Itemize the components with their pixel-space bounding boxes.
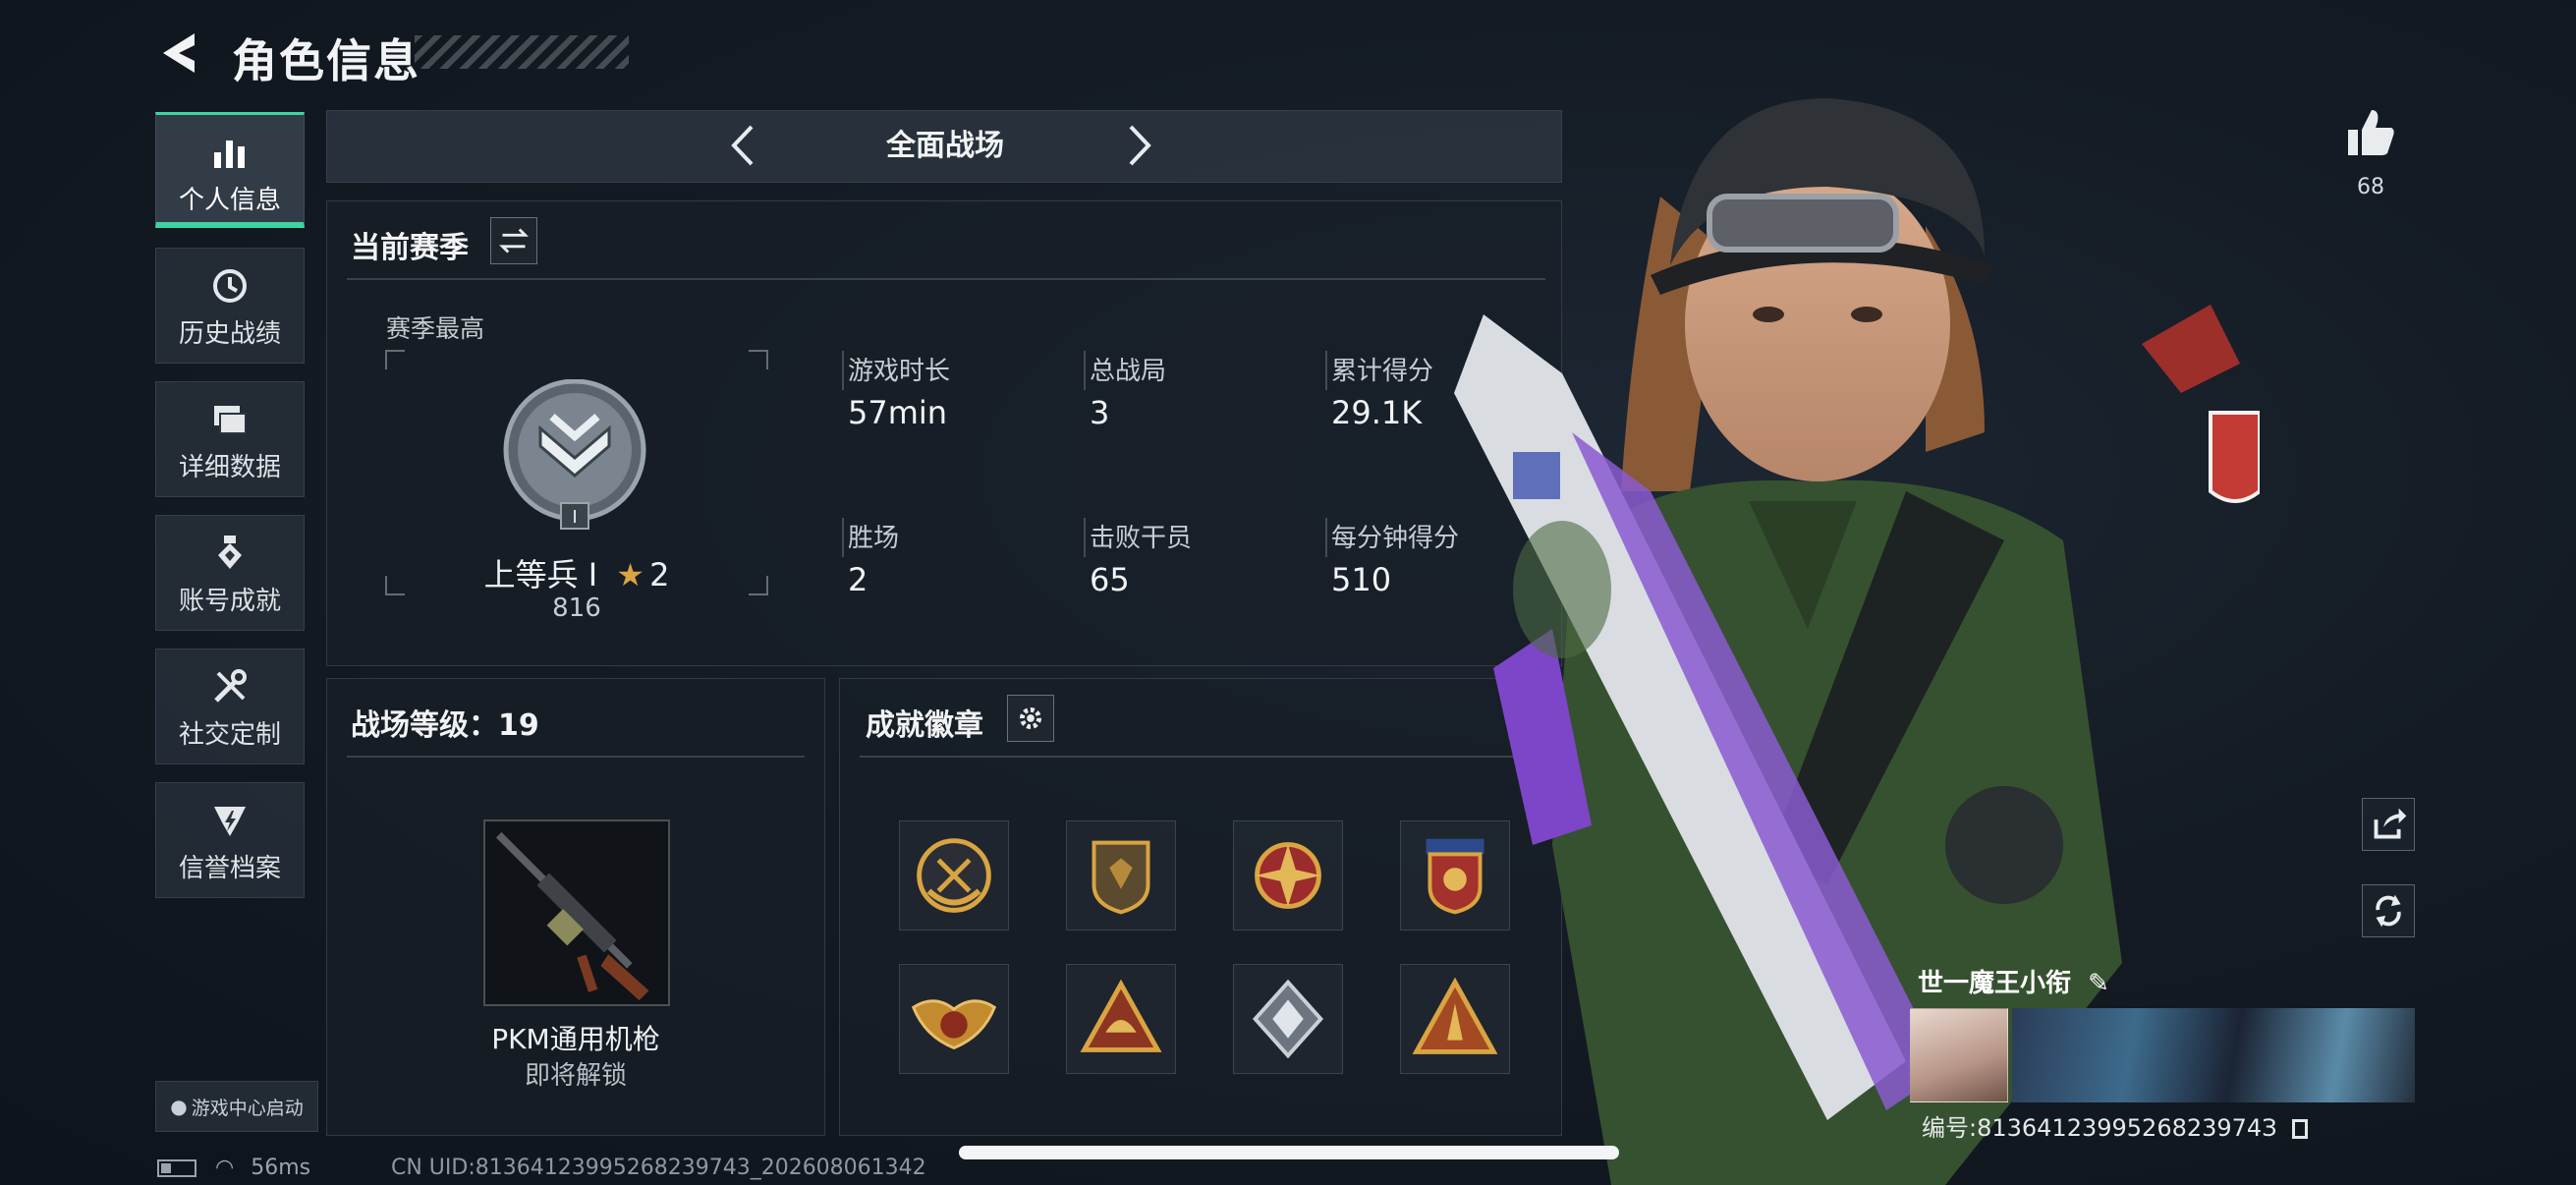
winged-crest-badge-icon	[911, 999, 997, 1050]
season-divider	[347, 278, 1545, 280]
share-button[interactable]	[2362, 798, 2415, 851]
stat-value-wins: 2	[848, 561, 868, 598]
achievement-badge[interactable]	[899, 820, 1009, 931]
stat-label-kills: 击败干员	[1090, 524, 1193, 553]
swap-arrows-icon	[499, 228, 529, 254]
refresh-button[interactable]	[2362, 884, 2415, 937]
stat-value-total-matches: 3	[1090, 394, 1110, 431]
game-center-launch-button[interactable]: ● 游戏中心启动	[155, 1081, 318, 1132]
medal-icon	[218, 536, 242, 569]
sidebar-item-history[interactable]: 历史战绩	[155, 248, 305, 364]
battery-icon	[157, 1159, 196, 1177]
rank-info: 上等兵 I ★ 2	[385, 550, 768, 595]
star-icon: ★	[616, 556, 644, 593]
sidebar-item-social-custom[interactable]: 社交定制	[155, 649, 305, 764]
stat-separator	[842, 351, 844, 390]
uid-text: CN UID:81364123995268239743_202608061342	[391, 1156, 926, 1180]
avatar[interactable]	[1910, 1008, 2008, 1102]
skull-wing-badge-icon	[917, 838, 991, 913]
profile-card-banner[interactable]	[2012, 1008, 2415, 1102]
helmet-triangle-badge-icon	[1080, 979, 1162, 1052]
wifi-icon: ◠	[215, 1156, 235, 1180]
sidebar-item-detailed-data[interactable]: 详细数据	[155, 381, 305, 497]
game-center-label: 游戏中心启动	[191, 1097, 304, 1119]
shield-bolt-icon	[214, 807, 246, 836]
like-count: 68	[2357, 175, 2384, 199]
share-icon	[2374, 808, 2407, 839]
weapon-name: PKM通用机枪	[491, 1023, 660, 1055]
stat-value-kills: 65	[1090, 561, 1130, 598]
sidebar-item-label: 详细数据	[178, 453, 281, 482]
weapon-status: 即将解锁	[524, 1061, 627, 1091]
stat-separator	[1325, 518, 1327, 557]
star-compass-badge-icon	[1255, 842, 1321, 909]
sidebar-item-achievements[interactable]: 账号成就	[155, 515, 305, 631]
stat-separator	[842, 518, 844, 557]
gear-icon	[1019, 706, 1042, 730]
qq-icon: ●	[170, 1095, 188, 1118]
season-title: 当前赛季	[351, 231, 469, 265]
edit-pencil-icon[interactable]: ✎	[2088, 969, 2109, 998]
sidebar-item-label: 信誉档案	[178, 854, 281, 883]
player-id: 编号:8136412399526823974З	[1922, 1108, 2309, 1143]
player-id-text: 编号:8136412399526823974З	[1922, 1114, 2277, 1142]
stat-separator	[1084, 518, 1086, 557]
frame-corner	[749, 350, 768, 369]
stat-label-playtime: 游戏时长	[848, 357, 951, 386]
frame-corner	[385, 350, 405, 369]
sidebar-item-credit-record[interactable]: 信誉档案	[155, 782, 305, 898]
page-title: 角色信息	[232, 34, 420, 87]
achievement-badge[interactable]	[1233, 964, 1343, 1074]
shield-badge-icon	[1092, 840, 1150, 915]
rank-score: 816	[552, 593, 601, 623]
copy-icon[interactable]	[2292, 1119, 2309, 1139]
achievements-title: 成就徽章	[866, 708, 983, 743]
tools-icon	[214, 669, 247, 703]
season-best-label: 赛季最高	[386, 314, 485, 343]
bar-chart-icon	[214, 141, 245, 168]
rank-badge-numeral: I	[572, 507, 577, 528]
chevron-right-icon[interactable]	[1113, 121, 1162, 170]
mode-selector: 全面战场	[326, 110, 1562, 183]
switch-season-button[interactable]	[490, 217, 537, 264]
refresh-icon	[2376, 894, 2401, 928]
clock-history-icon	[213, 269, 247, 303]
stat-value-playtime: 57min	[848, 394, 948, 431]
sidebar-item-personal-info[interactable]: 个人信息	[155, 112, 305, 228]
sidebar-item-label: 账号成就	[178, 587, 281, 616]
achievement-badge[interactable]	[1066, 964, 1176, 1074]
player-name[interactable]: 世一魔王小衔 ✎	[1918, 963, 2109, 999]
stat-separator	[1084, 351, 1086, 390]
level-divider	[347, 756, 805, 758]
player-name-text: 世一魔王小衔	[1918, 969, 2072, 998]
rank-badge-icon: I	[503, 379, 646, 530]
machine-gun-icon	[495, 831, 649, 1001]
stat-label-wins: 胜场	[848, 524, 900, 553]
folder-icon	[214, 406, 247, 434]
stat-separator	[1325, 351, 1327, 390]
achievement-badge[interactable]	[1233, 820, 1343, 931]
rank-stars: 2	[649, 556, 670, 593]
badge-settings-button[interactable]	[1007, 695, 1054, 742]
battlefield-level-title: 战场等级：19	[351, 708, 539, 743]
mode-label: 全面战场	[886, 129, 1004, 163]
sidebar-item-label: 个人信息	[178, 186, 281, 215]
back-arrow-icon[interactable]	[155, 28, 206, 79]
sidebar-item-label: 历史战绩	[178, 319, 281, 349]
gem-diamond-badge-icon	[1252, 979, 1324, 1059]
thumbs-up-icon[interactable]	[2342, 104, 2399, 161]
rank-name: 上等兵 I	[483, 556, 598, 593]
weapon-reward-image[interactable]	[483, 819, 670, 1006]
achievement-badge[interactable]	[1066, 820, 1176, 931]
network-status: ◠ 56ms	[157, 1156, 310, 1180]
achievement-badge[interactable]	[899, 964, 1009, 1074]
title-decoration	[415, 35, 629, 69]
stat-value-score-per-minute: 510	[1331, 561, 1392, 598]
stat-label-total-matches: 总战局	[1090, 357, 1167, 386]
home-indicator[interactable]	[959, 1146, 1619, 1159]
ping-value: 56ms	[251, 1156, 311, 1180]
sidebar-item-label: 社交定制	[178, 720, 281, 750]
